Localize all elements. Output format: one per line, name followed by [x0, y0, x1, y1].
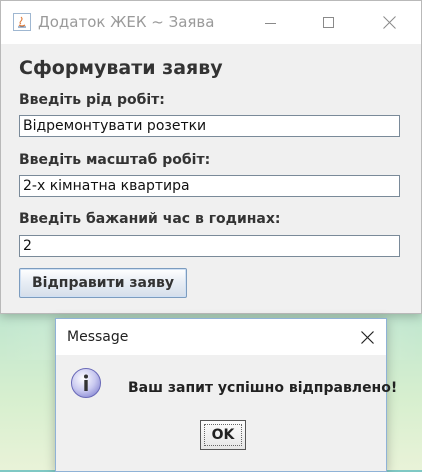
java-app-icon: [13, 13, 31, 31]
work-scale-input[interactable]: 2-х кімнатна квартира: [19, 175, 400, 197]
dialog-message: Ваш запит успішно відправлено!: [128, 380, 398, 396]
close-button[interactable]: [359, 1, 419, 44]
work-type-input[interactable]: Відремонтувати розетки: [19, 115, 400, 137]
submit-request-button[interactable]: Відправити заяву: [19, 268, 187, 298]
main-window: Додаток ЖЕК ~ Заява Сформувати заяву Вве…: [0, 0, 422, 314]
form-heading: Сформувати заяву: [19, 57, 223, 79]
info-icon: [71, 368, 101, 398]
message-dialog: Message Ваш запит успішно відправлено! O…: [55, 318, 397, 472]
dialog-title-bar: Message: [56, 319, 386, 355]
title-bar: Додаток ЖЕК ~ Заява: [1, 1, 421, 44]
hours-input[interactable]: 2: [19, 235, 400, 257]
minimize-icon: [265, 22, 276, 24]
dialog-close-button[interactable]: [361, 325, 374, 349]
maximize-icon: [323, 16, 334, 28]
minimize-button[interactable]: [241, 1, 301, 44]
dialog-title: Message: [67, 329, 129, 345]
work-type-label: Введіть рід робіт:: [19, 92, 165, 108]
close-icon: [382, 16, 396, 29]
ok-button[interactable]: OK: [200, 420, 246, 450]
maximize-button[interactable]: [299, 1, 359, 44]
close-icon: [361, 331, 374, 344]
window-title: Додаток ЖЕК ~ Заява: [38, 13, 215, 31]
hours-label: Введіть бажаний час в годинах:: [19, 211, 281, 227]
work-scale-label: Введіть масштаб робіт:: [19, 152, 211, 168]
